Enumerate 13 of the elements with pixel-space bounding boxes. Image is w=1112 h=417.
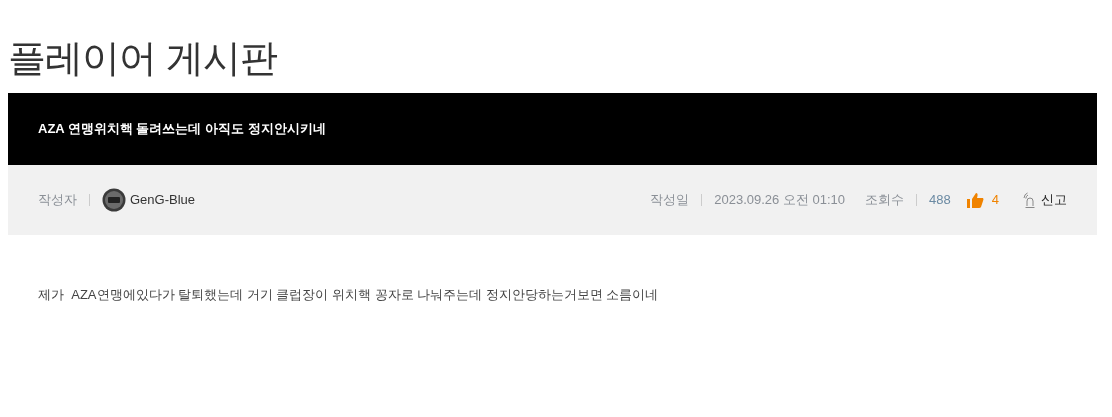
view-count: 488 bbox=[929, 191, 951, 210]
date-label: 작성일 bbox=[650, 191, 690, 210]
author-label: 작성자 bbox=[38, 191, 77, 210]
post-title: AZA 연맹위치핵 돌려쓰는데 아직도 정지안시키네 bbox=[38, 120, 326, 139]
views-label: 조회수 bbox=[865, 191, 905, 210]
post-body: 제가 AZA연맹에있다가 탈퇴했는데 거기 클럽장이 위치핵 꽁자로 나눠주는데 정지안당하는거보면 소름이네 bbox=[38, 286, 660, 304]
thumbs-up-icon bbox=[966, 192, 984, 208]
report-button[interactable]: 신고 bbox=[1023, 190, 1067, 210]
post-date: 2023.09.26 오전 01:10 bbox=[714, 191, 846, 210]
siren-icon bbox=[1023, 192, 1037, 208]
author-name[interactable]: GenG-Blue bbox=[130, 190, 196, 210]
board-title: 플레이어 게시판 bbox=[8, 36, 278, 81]
avatar-icon bbox=[102, 188, 126, 212]
